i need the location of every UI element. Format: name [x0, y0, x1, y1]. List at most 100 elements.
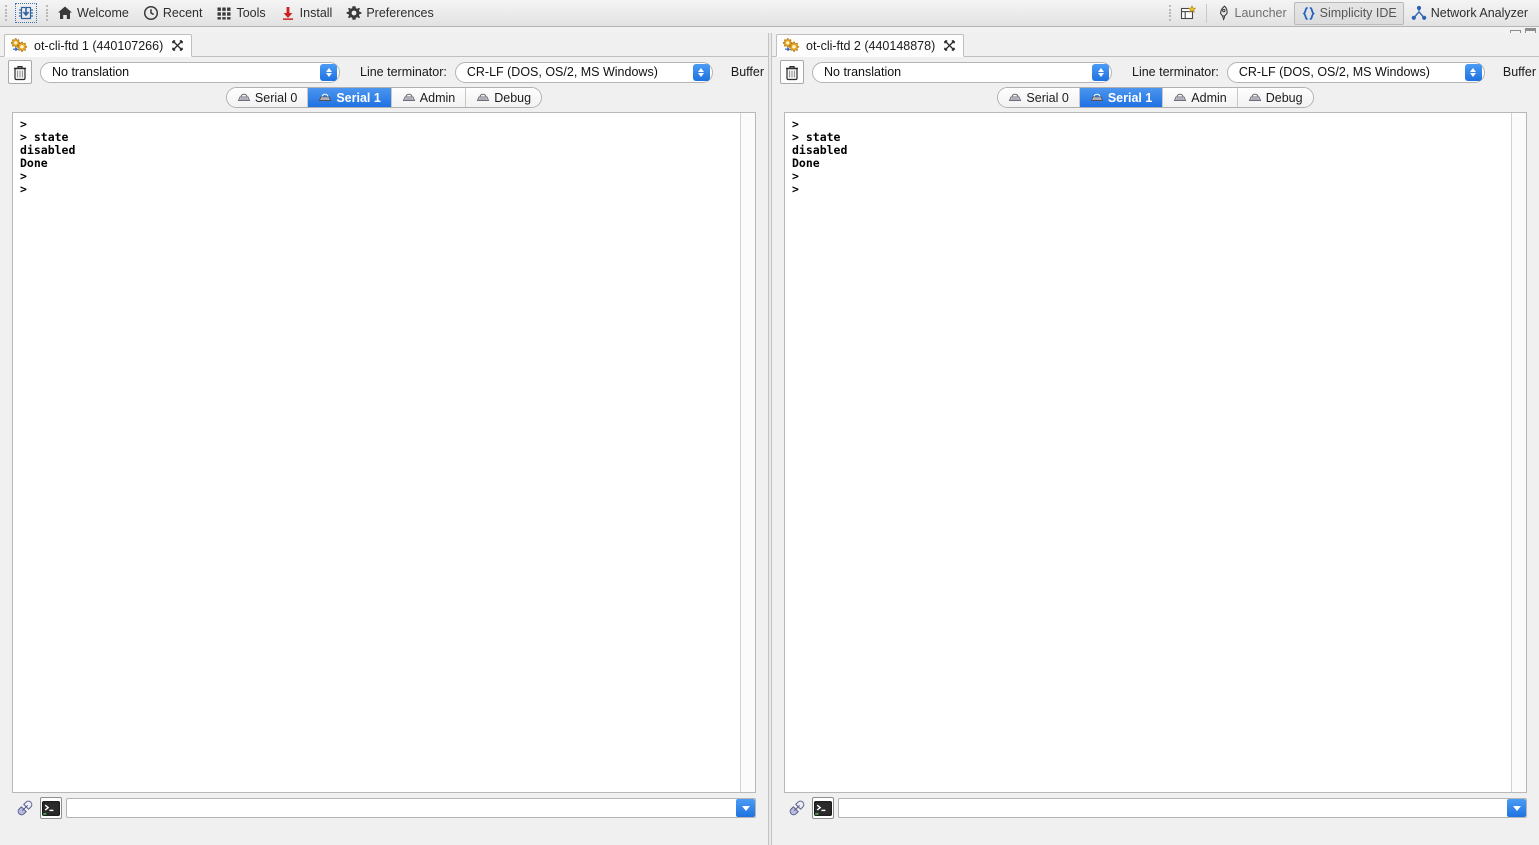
- toolbar-item-welcome[interactable]: Welcome: [50, 2, 136, 25]
- terminal-scrollbar-2[interactable]: [1511, 113, 1526, 792]
- translation-combo-2[interactable]: No translation: [812, 61, 1112, 83]
- history-chevron-down-icon-2[interactable]: [1507, 799, 1526, 817]
- network-icon: [1411, 5, 1427, 21]
- serial-tab-label: Admin: [419, 90, 456, 105]
- serial-port-icon: [318, 92, 332, 103]
- command-input-1[interactable]: [66, 798, 756, 818]
- open-perspective-button[interactable]: [1174, 2, 1203, 25]
- terminal-output-area-2[interactable]: > > state disabled Done > >: [784, 112, 1527, 793]
- editor-tab-1[interactable]: ot-cli-ftd 1 (440107266): [4, 34, 193, 57]
- serial-tab-row-2: Serial 0 Serial 1 Admin Debug: [772, 87, 1539, 109]
- line-terminator-combo-2[interactable]: CR-LF (DOS, OS/2, MS Windows): [1226, 61, 1485, 83]
- options-row-2: No translation Line terminator: CR-LF (D…: [772, 57, 1539, 87]
- serial-port-icon: [1248, 92, 1262, 103]
- toolbar-item-install[interactable]: Install: [273, 2, 340, 25]
- serial-tab-serial-1[interactable]: Serial 1: [1079, 88, 1164, 107]
- serial-tabs-1: Serial 0 Serial 1 Admin Debug: [225, 87, 543, 108]
- new-perspective-icon: [1180, 4, 1197, 22]
- debug-chip-button[interactable]: [9, 2, 43, 25]
- trash-icon: [12, 64, 28, 81]
- serial-tab-admin[interactable]: Admin: [391, 88, 467, 107]
- perspective-grip[interactable]: [1167, 4, 1174, 22]
- console-panel-1: ot-cli-ftd 1 (440107266) No translation …: [0, 33, 768, 845]
- serial-tab-label: Serial 1: [1107, 90, 1153, 105]
- serial-port-icon: [1008, 92, 1022, 103]
- serial-port-icon: [1090, 92, 1104, 103]
- serial-tab-label: Serial 1: [336, 90, 381, 105]
- toolbar-item-label: Welcome: [77, 6, 129, 20]
- toolbar-grip[interactable]: [2, 4, 9, 22]
- terminal-scrollbar-1[interactable]: [740, 113, 755, 792]
- serial-tab-serial-0[interactable]: Serial 0: [998, 88, 1080, 107]
- gear-icon: [346, 5, 362, 21]
- home-icon: [57, 5, 73, 21]
- serial-tab-serial-0[interactable]: Serial 0: [226, 88, 309, 107]
- serial-tab-debug[interactable]: Debug: [466, 88, 542, 107]
- close-icon[interactable]: [171, 39, 184, 52]
- serial-tab-debug[interactable]: Debug: [1237, 88, 1313, 107]
- buffer-size-label-1: Buffer size: [730, 65, 768, 79]
- options-row-1: No translation Line terminator: CR-LF (D…: [0, 57, 768, 87]
- translation-combo-1[interactable]: No translation: [40, 61, 340, 83]
- toolbar-right-group: Launcher Simplicity IDE Network Analyzer: [1167, 0, 1539, 26]
- line-terminator-value: CR-LF (DOS, OS/2, MS Windows): [466, 65, 658, 79]
- toolbar-item-tools[interactable]: Tools: [209, 2, 272, 25]
- toolbar-item-label: Preferences: [366, 6, 434, 20]
- command-input-row-2: [772, 793, 1539, 819]
- connection-plug-icon-1[interactable]: [14, 797, 36, 819]
- line-terminator-value: CR-LF (DOS, OS/2, MS Windows): [1238, 65, 1430, 79]
- serial-tab-serial-1[interactable]: Serial 1: [308, 88, 392, 107]
- editor-tab-2[interactable]: ot-cli-ftd 2 (440148878): [776, 34, 965, 57]
- console-panel-2: ot-cli-ftd 2 (440148878) No translation …: [772, 33, 1539, 845]
- serial-tab-label: Serial 0: [1026, 90, 1069, 105]
- gears-icon: [783, 37, 800, 54]
- perspective-simplicity-ide[interactable]: Simplicity IDE: [1293, 1, 1404, 25]
- terminal-text-1: > > state disabled Done > >: [20, 117, 76, 196]
- line-terminator-combo-1[interactable]: CR-LF (DOS, OS/2, MS Windows): [454, 61, 713, 83]
- editor-tab-row-1: ot-cli-ftd 1 (440107266): [0, 33, 768, 57]
- trash-icon: [784, 64, 800, 81]
- rocket-icon: [1217, 5, 1231, 21]
- serial-tab-label: Debug: [1265, 90, 1303, 105]
- history-chevron-down-icon-1[interactable]: [736, 799, 755, 817]
- toolbar-item-label: Install: [299, 6, 333, 20]
- toolbar-grip-2[interactable]: [43, 4, 50, 22]
- editor-tab-row-2: ot-cli-ftd 2 (440148878): [772, 33, 1539, 57]
- serial-port-icon: [1173, 92, 1187, 103]
- terminal-text-2: > > state disabled Done > >: [792, 117, 848, 196]
- perspective-network-analyzer[interactable]: Network Analyzer: [1404, 2, 1535, 25]
- command-input-2[interactable]: [838, 798, 1527, 818]
- grid-icon: [216, 5, 232, 21]
- command-input-row-1: [0, 793, 768, 819]
- toolbar-left-group: Welcome Recent Tools Install Preferences: [2, 0, 441, 26]
- chip-download-icon: [15, 3, 37, 23]
- close-icon[interactable]: [943, 39, 956, 52]
- serial-port-icon: [476, 92, 490, 103]
- line-terminator-label-2: Line terminator:: [1132, 65, 1219, 79]
- download-icon: [280, 5, 296, 21]
- connection-plug-icon-2[interactable]: [786, 797, 808, 819]
- translation-value: No translation: [52, 65, 130, 79]
- serial-tab-row-1: Serial 0 Serial 1 Admin Debug: [0, 87, 768, 109]
- chevron-updown-icon[interactable]: [1464, 63, 1482, 81]
- chevron-updown-icon[interactable]: [320, 63, 337, 81]
- terminal-output-area-1[interactable]: > > state disabled Done > >: [12, 112, 756, 793]
- chevron-updown-icon[interactable]: [1092, 63, 1109, 81]
- perspective-label: Launcher: [1234, 6, 1287, 20]
- serial-port-icon: [402, 92, 416, 103]
- toolbar-item-preferences[interactable]: Preferences: [339, 2, 440, 25]
- perspective-label: Network Analyzer: [1430, 6, 1528, 20]
- toolbar-item-recent[interactable]: Recent: [136, 2, 210, 25]
- console-prompt-icon-2[interactable]: [812, 797, 834, 819]
- perspective-launcher[interactable]: Launcher: [1210, 2, 1294, 25]
- editor-tab-title: ot-cli-ftd 1 (440107266): [34, 38, 164, 53]
- line-terminator-label-1: Line terminator:: [360, 65, 447, 79]
- chevron-updown-icon[interactable]: [692, 63, 710, 81]
- console-prompt-icon-1[interactable]: [40, 797, 62, 819]
- serial-tabs-2: Serial 0 Serial 1 Admin Debug: [997, 87, 1314, 108]
- clear-console-button-2[interactable]: [780, 60, 804, 84]
- clear-console-button-1[interactable]: [8, 60, 32, 84]
- serial-tab-label: Debug: [494, 90, 532, 105]
- serial-tab-label: Admin: [1191, 90, 1227, 105]
- serial-tab-admin[interactable]: Admin: [1163, 88, 1238, 107]
